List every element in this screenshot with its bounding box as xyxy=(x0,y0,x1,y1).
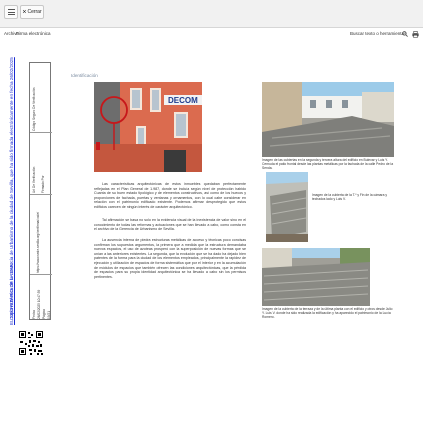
decom-sign-text: DECOM xyxy=(168,96,198,105)
paragraph-3: La ausencia interna de piedra estructura… xyxy=(94,238,246,279)
close-label: Cerrar xyxy=(27,9,42,15)
fecha-value: 26/02/2025 10:47:59 xyxy=(37,289,41,319)
pagina-label: Página xyxy=(42,309,46,319)
verification-url[interactable]: https://www.sede.sevilla.org/verifirma/c… xyxy=(36,212,40,273)
photo-caption-1: Imagen de las cubiertas en la segunda y … xyxy=(262,158,394,170)
facade-photo: DECOM xyxy=(94,82,202,172)
menu-button[interactable] xyxy=(4,5,18,19)
csv-label: Código Seguro De Verificación xyxy=(32,87,36,131)
table-cell-url: Url De Verificación Firmado Por xyxy=(30,133,52,195)
photo-caption-2: Imagen de la cubierta de la T.º y Fin de… xyxy=(312,193,387,201)
fecha-label: Fecha xyxy=(32,310,36,319)
close-icon: × xyxy=(22,8,27,16)
paragraph-1: Las características arquitectónicas de e… xyxy=(94,182,246,209)
firmado-label: Firmado Por xyxy=(41,175,45,193)
hamburger-icon xyxy=(7,9,15,15)
section-heading: Identificación xyxy=(71,73,98,78)
table-cell-date: Fecha 26/02/2025 10:47:59 Página 19/21 xyxy=(30,275,52,321)
signature-verification-text[interactable]: Copia Auténtica de la Gerencia de Urbani… xyxy=(9,57,18,325)
roof-photo-2 xyxy=(266,172,308,242)
pagina-value: 19/21 xyxy=(47,311,51,319)
menu-firma-electronica[interactable]: Firma electrónica xyxy=(16,31,51,36)
signature-line-2[interactable]: EL SECRETARIO DE LA GMU xyxy=(9,67,15,325)
search-icon[interactable] xyxy=(402,31,408,37)
roof-photo-1 xyxy=(262,82,394,157)
verification-table: Código Seguro De Verificación Url De Ver… xyxy=(29,62,52,321)
pdf-viewer[interactable]: Copia Auténtica de la Gerencia de Urbani… xyxy=(0,42,423,423)
top-toolbar: × Cerrar xyxy=(0,0,423,28)
menu-bar: Archivo Firma electrónica Buscar texto o… xyxy=(0,29,423,41)
photo-caption-3: Imagen de la cubierta de la terraza y de… xyxy=(262,307,393,319)
signature-strip: Copia Auténtica de la Gerencia de Urbani… xyxy=(9,57,55,362)
close-button[interactable]: × Cerrar xyxy=(20,5,44,19)
roof-photo-3 xyxy=(262,248,370,306)
search-tools-field[interactable]: Buscar texto o herramientas xyxy=(350,31,406,36)
url-label: Url De Verificación xyxy=(32,166,36,193)
print-icon[interactable] xyxy=(412,31,419,38)
table-cell-link: https://www.sede.sevilla.org/verifirma/c… xyxy=(30,195,52,275)
qr-code xyxy=(18,330,44,356)
paragraph-2: Tal afirmación se basa no solo en la evi… xyxy=(94,218,246,232)
document-page: Identificación DECOM Las características… xyxy=(64,42,404,423)
table-cell-csv: Código Seguro De Verificación xyxy=(30,63,52,133)
